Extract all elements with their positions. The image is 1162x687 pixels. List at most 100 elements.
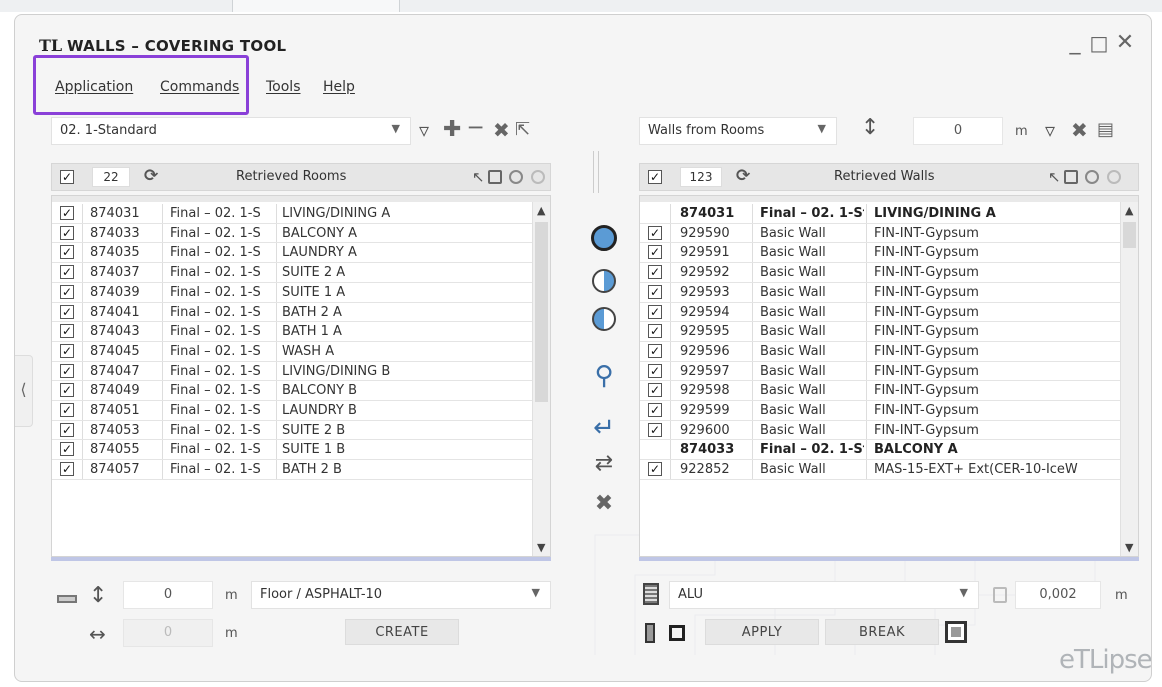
wall-icon[interactable] (645, 623, 655, 643)
row-checkbox[interactable]: ✓ (60, 403, 74, 417)
square-select-icon[interactable] (1063, 170, 1078, 184)
cancel-pointer-icon[interactable]: ✖ (589, 491, 619, 516)
table-row[interactable]: ✓ 874053 Final – 02. 1-S SUITE 2 B (52, 420, 534, 440)
table-row[interactable]: ✓ 929599 Basic Wall FIN-INT-Gypsum (640, 401, 1122, 420)
table-row[interactable]: ✓ 929596 Basic Wall FIN-INT-Gypsum (640, 341, 1122, 361)
row-checkbox[interactable]: ✓ (60, 462, 74, 477)
break-icon[interactable] (945, 621, 967, 643)
scroll-up-icon[interactable]: ▲ (537, 204, 545, 217)
create-button[interactable]: CREATE (345, 619, 459, 645)
row-checkbox[interactable]: ✓ (648, 304, 662, 319)
half-select-tool[interactable] (589, 269, 619, 293)
table-row[interactable]: ✓ 874049 Final – 02. 1-S BALCONY B (52, 381, 534, 401)
maximize-button[interactable]: □ (1087, 31, 1111, 55)
phase-select[interactable]: 02. 1-Standard ▼ (51, 117, 411, 145)
menu-help[interactable]: Help (323, 79, 355, 95)
circle-select-icon[interactable] (509, 170, 524, 184)
table-row[interactable]: ✓ 874047 Final – 02. 1-S LIVING/DINING B (52, 361, 534, 381)
row-checkbox[interactable]: ✓ (648, 343, 662, 358)
table-row[interactable]: ✓ 929591 Basic Wall FIN-INT-Gypsum (640, 243, 1122, 263)
table-row[interactable]: ✓ 874043 Final – 02. 1-S BATH 1 A (52, 322, 534, 342)
rooms-scrollbar[interactable]: ▲ ▼ (532, 202, 550, 556)
filter-icon[interactable]: ▿ (419, 119, 429, 141)
zoom-icon[interactable]: ⚲ (589, 361, 619, 391)
row-checkbox[interactable]: ✓ (60, 422, 74, 437)
break-button[interactable]: BREAK (825, 619, 939, 645)
group-row[interactable]: 874031 Final – 02. 1-St LIVING/DINING A (640, 204, 1122, 223)
row-checkbox[interactable]: ✓ (648, 422, 662, 437)
group-row[interactable]: 874033 Final – 02. 1-St BALCONY A (640, 440, 1122, 460)
row-checkbox[interactable]: ✓ (648, 265, 662, 280)
offset-input[interactable]: 0 (913, 117, 1003, 145)
scroll-down-icon[interactable]: ▼ (1125, 541, 1133, 554)
row-checkbox[interactable]: ✓ (60, 343, 74, 358)
select-all-tool[interactable] (589, 225, 619, 251)
half-select-tool-2[interactable] (589, 307, 619, 331)
select-all-rooms-checkbox[interactable]: ✓ (60, 170, 74, 184)
width-input[interactable]: 0 (123, 619, 213, 647)
filter-icon[interactable]: ▿ (1045, 119, 1055, 141)
minimize-button[interactable]: _ (1063, 31, 1087, 55)
apply-button[interactable]: APPLY (705, 619, 819, 645)
row-checkbox[interactable]: ✓ (60, 245, 74, 260)
table-row[interactable]: ✓ 874033 Final – 02. 1-S BALCONY A (52, 223, 534, 243)
table-row[interactable]: ✓ 929595 Basic Wall FIN-INT-Gypsum (640, 322, 1122, 342)
row-checkbox[interactable]: ✓ (648, 363, 662, 378)
table-row[interactable]: ✓ 874039 Final – 02. 1-S SUITE 1 A (52, 282, 534, 302)
clear-filter-icon[interactable]: ✖ (493, 119, 510, 141)
select-pointer-icon[interactable]: ⇱ (515, 119, 530, 141)
splitter[interactable] (593, 151, 599, 193)
half-circle-icon[interactable] (531, 170, 546, 184)
table-row[interactable]: ✓ 929592 Basic Wall FIN-INT-Gypsum (640, 263, 1122, 283)
row-checkbox[interactable]: ✓ (648, 245, 662, 260)
table-row[interactable]: ✓ 929593 Basic Wall FIN-INT-Gypsum (640, 282, 1122, 302)
table-row[interactable]: ✓ 929594 Basic Wall FIN-INT-Gypsum (640, 302, 1122, 322)
row-checkbox[interactable]: ✓ (60, 363, 74, 378)
expand-icon[interactable]: ▤ (1097, 119, 1114, 141)
collapse-panel-button[interactable]: ⟨ (15, 355, 33, 427)
row-checkbox[interactable]: ✓ (60, 383, 74, 398)
table-row[interactable]: ✓ 874031 Final – 02. 1-S LIVING/DINING A (52, 204, 534, 223)
refresh-icon[interactable]: ⟳ (736, 166, 750, 186)
scroll-up-icon[interactable]: ▲ (1125, 204, 1133, 217)
refresh-icon[interactable]: ⟳ (144, 166, 158, 186)
row-checkbox[interactable]: ✓ (60, 304, 74, 319)
table-row[interactable]: ✓ 874037 Final – 02. 1-S SUITE 2 A (52, 263, 534, 283)
thickness-input[interactable]: 0,002 (1015, 581, 1101, 609)
table-row[interactable]: ✓ 874055 Final – 02. 1-S SUITE 1 B (52, 440, 534, 460)
select-all-walls-checkbox[interactable]: ✓ (648, 170, 662, 184)
row-checkbox[interactable]: ✓ (648, 284, 662, 299)
row-checkbox[interactable]: ✓ (648, 225, 662, 240)
row-checkbox[interactable]: ✓ (60, 324, 74, 339)
row-checkbox[interactable]: ✓ (648, 383, 662, 398)
circle-select-icon[interactable] (1085, 170, 1100, 184)
menu-tools[interactable]: Tools (266, 79, 301, 95)
table-row[interactable]: ✓ 929600 Basic Wall FIN-INT-Gypsum (640, 420, 1122, 440)
row-checkbox[interactable]: ✓ (60, 265, 74, 280)
walls-scrollbar[interactable]: ▲ ▼ (1120, 202, 1138, 556)
row-checkbox[interactable]: ✓ (60, 284, 74, 299)
covering-type-select[interactable]: Floor / ASPHALT-10 ▼ (251, 581, 551, 609)
row-checkbox[interactable]: ✓ (60, 206, 74, 220)
walls-source-select[interactable]: Walls from Rooms ▼ (639, 117, 837, 145)
minus-icon[interactable]: ─ (469, 118, 482, 140)
lock-icon[interactable] (993, 587, 1007, 603)
row-checkbox[interactable]: ✓ (60, 442, 74, 457)
table-row[interactable]: ✓ 874041 Final – 02. 1-S BATH 2 A (52, 302, 534, 322)
square-select-icon[interactable] (487, 170, 502, 184)
clear-filter-icon[interactable]: ✖ (1071, 119, 1088, 141)
pointer-icon[interactable]: ↖ (1048, 168, 1061, 186)
return-icon[interactable]: ↵ (589, 413, 619, 443)
scroll-thumb[interactable] (1123, 222, 1136, 248)
height-input[interactable]: 0 (123, 581, 213, 609)
plus-icon[interactable]: ✚ (443, 119, 461, 141)
square-icon[interactable] (669, 625, 685, 641)
scroll-thumb[interactable] (535, 222, 548, 402)
table-row[interactable]: ✓ 929590 Basic Wall FIN-INT-Gypsum (640, 223, 1122, 243)
close-button[interactable]: ✕ (1113, 31, 1137, 55)
scroll-down-icon[interactable]: ▼ (537, 541, 545, 554)
table-row[interactable]: ✓ 874057 Final – 02. 1-S BATH 2 B (52, 460, 534, 480)
pointer-icon[interactable]: ↖ (472, 168, 485, 186)
material-select[interactable]: ALU ▼ (669, 581, 979, 609)
half-circle-icon[interactable] (1107, 170, 1122, 184)
